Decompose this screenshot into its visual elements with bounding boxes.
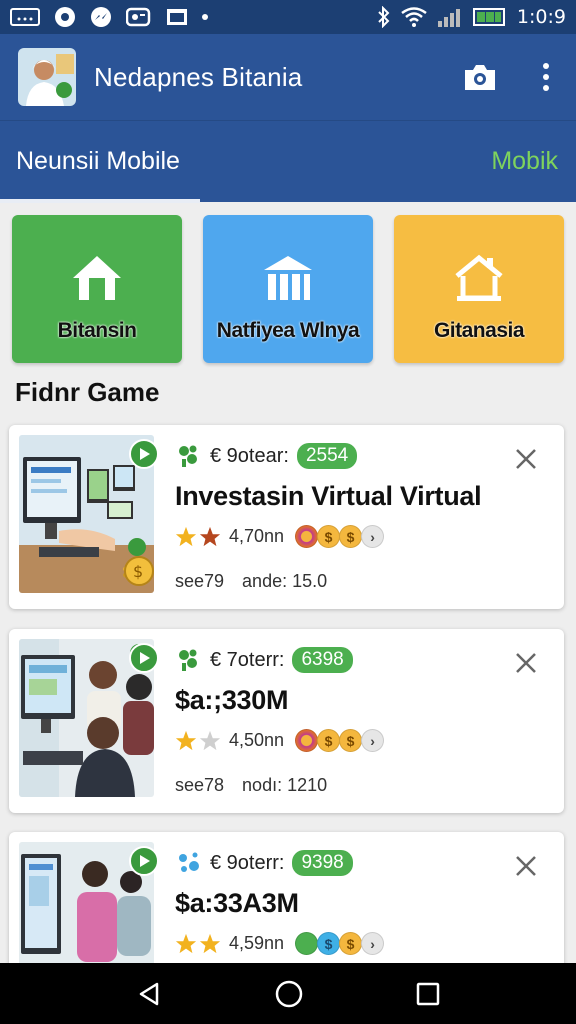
game-card[interactable]: $ € 9otear: 2554 Investasin Virtual Virt…: [9, 425, 564, 609]
play-badge[interactable]: [129, 846, 159, 876]
stat-b: nodı: 1210: [242, 775, 328, 795]
notification-icon: [10, 7, 40, 27]
coin-icon: $: [317, 729, 341, 752]
messenger-icon: [90, 7, 112, 27]
more-vert-button[interactable]: [534, 59, 558, 95]
tile-label: Natfiyea Wlnya: [216, 319, 360, 342]
app-title: Nedapnes Bitania: [94, 61, 303, 92]
card-pill: 9398: [292, 850, 353, 876]
rating-row: 4,70nn $ $ ›: [175, 525, 385, 548]
card-meta-label: € 9oterr:: [210, 851, 285, 874]
signal-icon: [437, 7, 463, 27]
tile-bitansin[interactable]: Bitansin: [12, 215, 182, 363]
status-bar: 1:0:9: [0, 0, 576, 34]
coin-icon: $: [339, 729, 363, 752]
game-icon: [126, 7, 152, 27]
star-filled-icon: [199, 526, 221, 546]
rating-row: 4,59nn $ $ ›: [175, 932, 385, 955]
recents-icon[interactable]: [416, 982, 440, 1006]
camera-icon: [465, 65, 495, 90]
card-meta: € 9otear: 2554: [176, 443, 358, 469]
coin-icon: $: [317, 525, 341, 548]
card-pill: 2554: [296, 443, 358, 469]
star-filled-icon: [175, 933, 197, 953]
category-tiles: Bitansin Natfiyea Wlnya Gitanasia: [12, 215, 564, 363]
coin-icon: [295, 932, 319, 955]
record-icon: [54, 7, 76, 27]
card-pill: 6398: [292, 647, 353, 673]
leaf-icon: [179, 445, 197, 467]
close-icon[interactable]: [514, 447, 538, 471]
close-icon[interactable]: [514, 651, 538, 675]
card-meta-label: € 9otear:: [210, 444, 289, 467]
dot-icon: [202, 7, 208, 27]
card-meta: € 7oterr: 6398: [176, 647, 353, 673]
coin-icon: [295, 525, 319, 548]
stat-a: see79: [175, 571, 225, 591]
app-bar: Nedapnes Bitania: [0, 34, 576, 120]
wifi-icon: [401, 7, 427, 27]
back-icon[interactable]: [136, 981, 162, 1007]
play-icon: [140, 855, 150, 867]
tile-natfiyea-wlnya[interactable]: Natfiyea Wlnya: [203, 215, 373, 363]
card-title: $a:;330M: [175, 685, 289, 715]
image-icon: [166, 7, 188, 27]
tab-bar: Neunsii Mobile Mobik: [0, 120, 576, 203]
play-icon: [140, 448, 150, 460]
avatar[interactable]: [18, 48, 76, 106]
section-title: Fidnr Game: [15, 377, 160, 407]
molecule-icon: [179, 852, 199, 872]
coin-icon: [295, 729, 319, 752]
more-vert-icon: [543, 63, 549, 69]
rating-text: 4,50nn: [229, 730, 285, 750]
tile-label: Gitanasia: [433, 319, 525, 342]
tab-mobik[interactable]: Mobik: [491, 121, 558, 203]
status-time: 1:0:9: [516, 6, 566, 28]
leaf-icon: [179, 649, 197, 671]
rating-row: 4,50nn $ $ ›: [175, 729, 385, 752]
building-icon: [264, 256, 312, 300]
tab-neunsii-mobile[interactable]: Neunsii Mobile: [0, 121, 200, 203]
card-meta: € 9oterr: 9398: [176, 850, 353, 876]
star-empty-icon: [199, 730, 221, 750]
star-filled-icon: [175, 730, 197, 750]
play-badge[interactable]: [129, 643, 159, 673]
tile-gitanasia[interactable]: Gitanasia: [394, 215, 564, 363]
nav-bar: [0, 963, 576, 1024]
camera-button[interactable]: [462, 59, 498, 95]
card-title: Investasin Virtual Virtual: [175, 481, 482, 511]
coin-icon: $: [317, 932, 341, 955]
star-filled-icon: [175, 526, 197, 546]
play-icon: [140, 652, 150, 664]
game-card[interactable]: € 7oterr: 6398 $a:;330M 4,50nn $ $ › see…: [9, 629, 564, 813]
battery-icon: [472, 7, 507, 27]
coin-icon: ›: [361, 525, 385, 548]
card-title: $a:33А3M: [175, 888, 299, 918]
stat-a: see78: [175, 775, 225, 795]
house-icon: [455, 254, 503, 301]
coin-icon: ›: [361, 729, 385, 752]
home-circle-icon[interactable]: [274, 979, 304, 1009]
stat-b: ande: 15.0: [242, 571, 328, 591]
stats-row: see79 ande: 15.0: [175, 571, 327, 592]
svg-text:$: $: [133, 562, 143, 581]
stats-row: see78 nodı: 1210: [175, 775, 327, 796]
bluetooth-icon: [377, 6, 391, 28]
rating-text: 4,70nn: [229, 526, 285, 546]
rating-text: 4,59nn: [229, 933, 285, 953]
tile-label: Bitansin: [57, 319, 137, 342]
play-badge[interactable]: [129, 439, 159, 469]
close-icon[interactable]: [514, 854, 538, 878]
coin-icon: ›: [361, 932, 385, 955]
star-filled-icon: [199, 933, 221, 953]
coin-icon: $: [339, 932, 363, 955]
home-icon: [73, 256, 121, 300]
card-meta-label: € 7oterr:: [210, 648, 285, 671]
coin-icon: $: [339, 525, 363, 548]
